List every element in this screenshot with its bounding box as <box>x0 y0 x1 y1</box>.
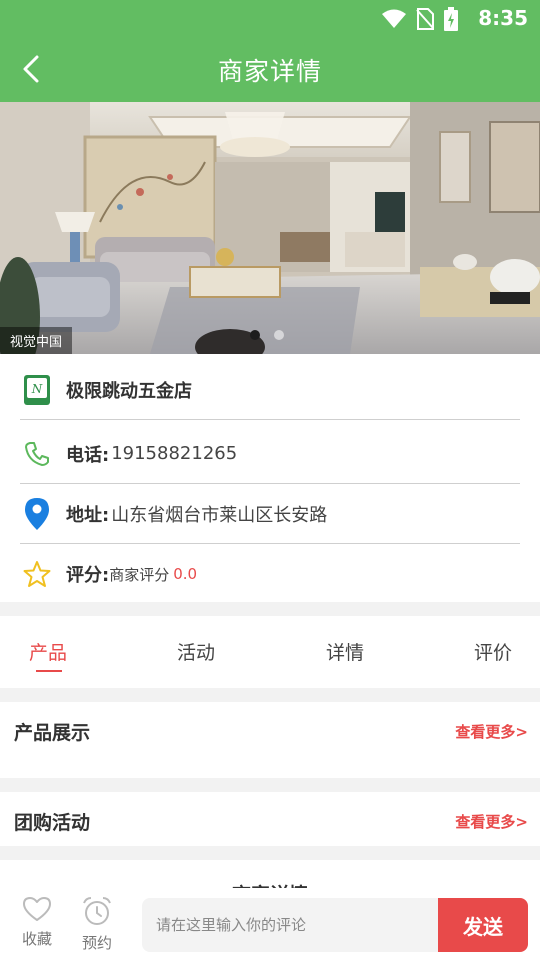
address-label: 地址: <box>66 504 110 526</box>
shop-info-card: N 极限跳动五金店 电话: 19158821265 地址: 山东省烟台市莱山区长… <box>0 354 540 602</box>
reserve-label: 预约 <box>81 934 112 952</box>
comment-input[interactable] <box>142 898 438 952</box>
banner-image <box>0 102 540 354</box>
page-title: 商家详情 <box>217 57 322 86</box>
alarm-clock-icon <box>83 897 111 925</box>
title-bar: 商家详情 <box>0 36 540 102</box>
carousel-dot-2[interactable] <box>274 330 284 340</box>
tab-reviews[interactable]: 评价 <box>474 638 512 665</box>
group-buy-more-link[interactable]: 查看更多> <box>455 811 528 832</box>
tab-products[interactable]: 产品 <box>29 638 67 665</box>
carousel-indicator <box>250 330 284 340</box>
banner-watermark: 视觉中国 <box>0 327 73 354</box>
banner-carousel[interactable]: 视觉中国 <box>0 102 540 354</box>
bottom-action-bar: 收藏 预约 发送 <box>0 888 540 960</box>
send-button[interactable]: 发送 <box>438 898 528 952</box>
tab-details[interactable]: 详情 <box>326 638 364 665</box>
phone-icon <box>20 437 54 471</box>
address-value[interactable]: 山东省烟台市莱山区长安路 <box>111 501 327 527</box>
shop-logo-icon: N <box>20 373 54 407</box>
heart-icon <box>23 897 51 921</box>
active-tab-indicator <box>36 670 62 672</box>
no-sim-icon <box>416 8 434 30</box>
products-section-title: 产品展示 <box>14 722 91 744</box>
rating-row: 评分: 商家评分 0.0 <box>20 544 520 604</box>
tab-bar: 产品 活动 详情 评价 <box>0 616 540 688</box>
favorite-label: 收藏 <box>21 930 52 948</box>
shop-name: 极限跳动五金店 <box>66 380 192 402</box>
battery-icon <box>444 7 458 31</box>
phone-value[interactable]: 19158821265 <box>111 443 237 464</box>
products-section: 产品展示 查看更多> <box>0 702 540 778</box>
status-bar: 8:35 <box>0 0 540 36</box>
phone-row[interactable]: 电话: 19158821265 <box>20 424 520 484</box>
favorite-button[interactable]: 收藏 <box>15 896 59 949</box>
status-icons <box>382 7 458 31</box>
tab-activities[interactable]: 活动 <box>177 638 215 665</box>
page: 8:35 商家详情 视觉中国 N 极限跳动五金店 电话: 19158821265… <box>0 0 540 960</box>
products-more-link[interactable]: 查看更多> <box>455 721 528 742</box>
location-pin-icon <box>20 497 54 531</box>
rating-value: 0.0 <box>173 565 198 583</box>
group-buy-section-title: 团购活动 <box>14 812 91 834</box>
rating-label: 评分: <box>66 565 110 586</box>
reserve-button[interactable]: 预约 <box>75 896 119 953</box>
phone-label: 电话: <box>66 444 110 466</box>
carousel-dot-1[interactable] <box>250 330 260 340</box>
star-icon <box>20 557 54 591</box>
shop-name-row: N 极限跳动五金店 <box>20 360 520 420</box>
wifi-icon <box>382 9 406 28</box>
status-time: 8:35 <box>478 6 528 30</box>
app-header: 8:35 商家详情 <box>0 0 540 102</box>
group-buy-section: 团购活动 查看更多> <box>0 792 540 846</box>
svg-text:N: N <box>31 382 43 396</box>
address-row[interactable]: 地址: 山东省烟台市莱山区长安路 <box>20 484 520 544</box>
rating-text: 商家评分 <box>109 565 170 584</box>
